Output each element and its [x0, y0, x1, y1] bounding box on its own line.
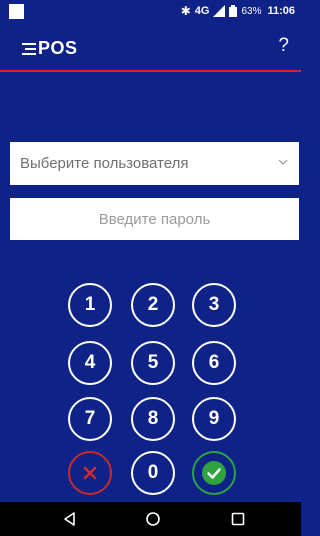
close-icon: [83, 466, 97, 480]
logo-mark-icon: [22, 42, 36, 55]
bluetooth-icon: ✱: [180, 4, 191, 18]
key-6[interactable]: 6: [192, 341, 236, 385]
key-1[interactable]: 1: [68, 283, 112, 327]
status-icons: ✱ 4G 63% 11:06: [181, 5, 295, 17]
key-7[interactable]: 7: [68, 397, 112, 441]
recents-icon[interactable]: [230, 511, 246, 527]
key-3[interactable]: 3: [192, 283, 236, 327]
user-select[interactable]: Выберите пользователя: [10, 142, 299, 185]
cancel-button[interactable]: [68, 451, 112, 495]
back-icon[interactable]: [62, 511, 78, 527]
key-5[interactable]: 5: [131, 341, 175, 385]
clock: 11:06: [267, 5, 295, 17]
help-button[interactable]: ?: [278, 36, 289, 56]
home-icon[interactable]: [145, 511, 161, 527]
key-9[interactable]: 9: [192, 397, 236, 441]
notification-icon: [9, 4, 24, 19]
battery-icon: [229, 5, 238, 17]
network-type: 4G: [194, 5, 210, 17]
key-4[interactable]: 4: [68, 341, 112, 385]
signal-icon: [213, 5, 226, 17]
confirm-button[interactable]: [192, 451, 236, 495]
battery-percent: 63%: [241, 5, 262, 17]
logo: POS: [22, 38, 78, 59]
password-input[interactable]: [10, 198, 299, 240]
app-header: POS ?: [0, 24, 301, 72]
navigation-bar: [0, 502, 301, 536]
key-8[interactable]: 8: [131, 397, 175, 441]
key-0[interactable]: 0: [131, 451, 175, 495]
logo-text: POS: [38, 38, 78, 58]
status-bar: ✱ 4G 63% 11:06: [0, 0, 301, 24]
chevron-down-icon: [278, 159, 288, 165]
key-2[interactable]: 2: [131, 283, 175, 327]
check-icon: [202, 461, 226, 485]
user-select-value: Выберите пользователя: [20, 155, 189, 172]
